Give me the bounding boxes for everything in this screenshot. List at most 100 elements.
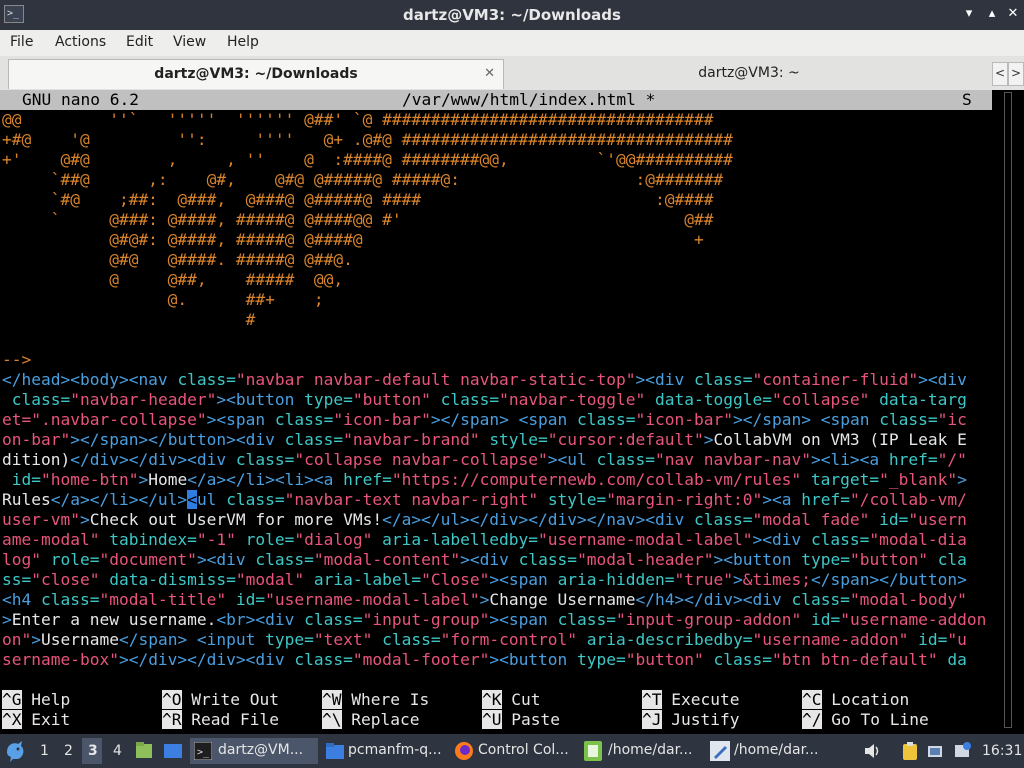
code-token: ><span	[489, 610, 558, 629]
code-token: </div></div><div	[70, 450, 236, 469]
code-token: class=	[518, 550, 578, 569]
code-line: </head><body><nav class="navbar navbar-d…	[2, 370, 967, 390]
code-token: class=	[255, 550, 314, 569]
code-token: "usern	[908, 510, 967, 529]
code-token: "nav navbar-nav"	[655, 450, 811, 469]
menu-view[interactable]: View	[173, 34, 206, 50]
nano-status: S	[962, 90, 972, 109]
code-token: "https://computernewb.com/collab-vm/rule…	[391, 470, 811, 489]
code-line: dition)</div></div><div class="collapse …	[2, 450, 967, 470]
code-token: <h4	[2, 590, 41, 609]
code-token: class=	[557, 610, 617, 629]
code-token: class=	[274, 410, 334, 429]
window-titlebar: >_ dartz@VM3: ~/Downloads ▾ ▴ ✕	[0, 0, 1024, 30]
tab-next-button[interactable]: >	[1008, 62, 1024, 86]
workspace-1[interactable]: 1	[40, 743, 49, 759]
svg-text:>_: >_	[197, 747, 210, 758]
code-token: class=	[235, 450, 295, 469]
tab-label: dartz@VM3: ~	[698, 65, 800, 81]
minimize-button[interactable]: ▾	[962, 7, 976, 21]
code-token: href=	[801, 490, 850, 509]
menu-help[interactable]: Help	[227, 34, 259, 50]
code-token: ><div	[460, 550, 519, 569]
code-token: id=	[879, 510, 909, 529]
maximize-button[interactable]: ▴	[985, 7, 999, 21]
terminal-scrollbar[interactable]	[994, 90, 1024, 734]
notification-icon[interactable]	[952, 738, 972, 764]
code-token: "btn btn-default"	[771, 650, 948, 669]
show-desktop-icon[interactable]	[162, 738, 184, 764]
tab-close-icon[interactable]: ✕	[484, 60, 495, 88]
shortcut-label: Paste	[511, 710, 560, 729]
code-token: "input-group"	[362, 610, 490, 629]
shortcut-key: ^\	[322, 710, 342, 729]
code-token: CollabVM on VM3 (IP Leak E	[713, 430, 967, 449]
code-line: <h4 class="modal-title" id="username-mod…	[2, 590, 967, 610]
code-token: &times;	[742, 570, 811, 589]
code-line: on-bar"></span></button><div class="navb…	[2, 430, 967, 450]
workspace-3[interactable]: 3	[88, 743, 98, 759]
menu-edit[interactable]: Edit	[126, 34, 153, 50]
volume-icon[interactable]	[862, 738, 882, 764]
shortcut-item: ^R Read File	[162, 710, 279, 730]
close-window-button[interactable]: ✕	[1006, 7, 1020, 21]
task-editor-2[interactable]: /home/dar...	[706, 738, 830, 764]
code-token: tabindex=	[109, 530, 197, 549]
code-token: role=	[50, 550, 100, 569]
workspace-4[interactable]: 4	[113, 743, 122, 759]
task-terminal[interactable]: >_ dartz@VM...	[190, 738, 318, 764]
terminal-area[interactable]: GNU nano 6.2 /var/www/html/index.html * …	[0, 90, 994, 734]
code-token: >	[733, 570, 743, 589]
tab-home[interactable]: dartz@VM3: ~	[506, 59, 992, 89]
ascii-art-line: ` @###: @####, #####@ @####@@ #' @##	[2, 210, 714, 229]
code-token: ame-modal"	[2, 530, 110, 549]
code-token: "collapse"	[771, 390, 880, 409]
ascii-art-line: @. ##+ ;	[2, 290, 324, 309]
code-token: id=	[2, 470, 41, 489]
code-token: data-targ	[879, 390, 967, 409]
code-token: "icon-bar"	[635, 410, 733, 429]
code-token: da	[947, 650, 967, 669]
code-token: "dialog"	[294, 530, 383, 549]
code-line: id="home-btn">Home</a></li><li><a href="…	[2, 470, 967, 490]
task-editor-1[interactable]: /home/dar...	[580, 738, 704, 764]
start-menu-icon[interactable]	[4, 738, 28, 764]
nano-version: GNU nano 6.2	[22, 90, 139, 109]
code-line: class="navbar-header"><button type="butt…	[2, 390, 967, 410]
code-token: "username-addon"	[752, 630, 919, 649]
clipboard-icon[interactable]	[900, 738, 920, 764]
code-token: class=	[577, 410, 636, 429]
code-token: id=	[810, 610, 841, 629]
code-token: class=	[177, 370, 236, 389]
tab-downloads[interactable]: dartz@VM3: ~/Downloads ✕	[8, 59, 504, 89]
code-token: Username	[41, 630, 119, 649]
code-token: class=	[713, 650, 772, 669]
shortcut-label: Justify	[671, 710, 740, 729]
code-token: ></span> <span	[430, 410, 578, 429]
scrollbar-thumb[interactable]	[1004, 92, 1012, 728]
code-token: ></div></div><div	[118, 650, 295, 669]
code-token: "username-addon	[840, 610, 987, 629]
shortcut-item: ^O Write Out	[162, 690, 279, 710]
code-line: Rules</a></li></ul><ul class="navbar-tex…	[2, 490, 967, 510]
code-token: </head><body><nav	[2, 370, 178, 389]
task-label: /home/dar...	[734, 742, 819, 758]
code-token: ><ul	[547, 450, 597, 469]
network-icon[interactable]	[926, 738, 946, 764]
task-firefox[interactable]: Control Col...	[450, 738, 574, 764]
tab-prev-button[interactable]: <	[992, 62, 1008, 86]
code-line: on">Username</span> <input type="text" c…	[2, 630, 967, 650]
task-label: Control Col...	[478, 742, 569, 758]
menu-actions[interactable]: Actions	[55, 34, 106, 50]
menu-file[interactable]: File	[10, 34, 33, 50]
code-token: class=	[40, 590, 100, 609]
code-token: "navbar navbar-default navbar-static-top…	[235, 370, 636, 389]
code-token: type=	[801, 550, 850, 569]
code-token: "button"	[352, 390, 441, 409]
code-token: class=	[2, 390, 71, 409]
shortcut-key: ^G	[2, 690, 22, 709]
tab-bar: dartz@VM3: ~/Downloads ✕ dartz@VM3: ~	[0, 56, 1024, 90]
workspace-2[interactable]: 2	[64, 743, 73, 759]
files-launcher-icon[interactable]	[134, 738, 154, 764]
task-pcmanfm[interactable]: pcmanfm-q...	[322, 738, 446, 764]
